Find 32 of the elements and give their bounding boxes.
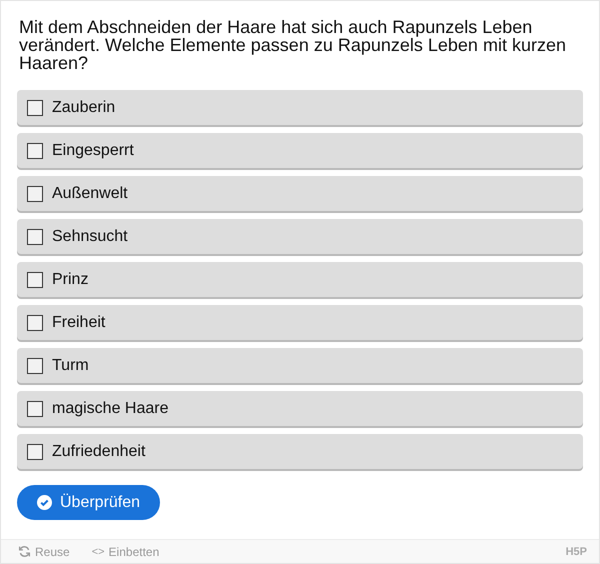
option-label: Sehnsucht (52, 228, 128, 246)
answer-option[interactable]: magische Haare (17, 391, 583, 426)
option-label: Zauberin (52, 98, 116, 116)
checkbox[interactable] (27, 228, 43, 244)
answer-option[interactable]: Freiheit (17, 305, 583, 340)
checkbox[interactable] (27, 142, 43, 158)
refresh-icon (18, 545, 31, 558)
checkbox[interactable] (27, 400, 43, 416)
option-label: Außenwelt (52, 184, 128, 202)
answer-option[interactable]: Außenwelt (17, 176, 583, 211)
answer-option[interactable]: Zufriedenheit (17, 434, 583, 469)
checkbox[interactable] (27, 272, 43, 288)
checkbox[interactable] (27, 358, 43, 374)
answer-option[interactable]: Zauberin (17, 90, 583, 125)
checkbox[interactable] (27, 186, 43, 202)
answer-option[interactable]: Prinz (17, 262, 583, 297)
logo: H5P (566, 546, 587, 558)
option-label: magische Haare (52, 400, 168, 418)
answer-option[interactable]: Turm (17, 348, 583, 383)
answer-option[interactable]: Sehnsucht (17, 219, 583, 254)
option-label: Prinz (52, 270, 88, 288)
option-label: Turm (52, 356, 89, 374)
option-label: Zufriedenheit (52, 442, 146, 460)
checkbox[interactable] (27, 444, 43, 460)
checkbox[interactable] (27, 100, 43, 116)
question-text: Mit dem Abschneiden der Haare hat sich auch Rapunzels Leben verändert. Welche Elemente passen zu Rapunzels Leben mit kurzen Haaren? (19, 18, 567, 72)
option-label: Eingesperrt (52, 142, 134, 160)
check-button[interactable]: Überprüfen (17, 485, 160, 520)
option-label: Freiheit (52, 314, 106, 332)
check-circle-icon (37, 495, 52, 510)
answer-option[interactable]: Eingesperrt (17, 133, 583, 168)
checkbox[interactable] (27, 314, 43, 330)
